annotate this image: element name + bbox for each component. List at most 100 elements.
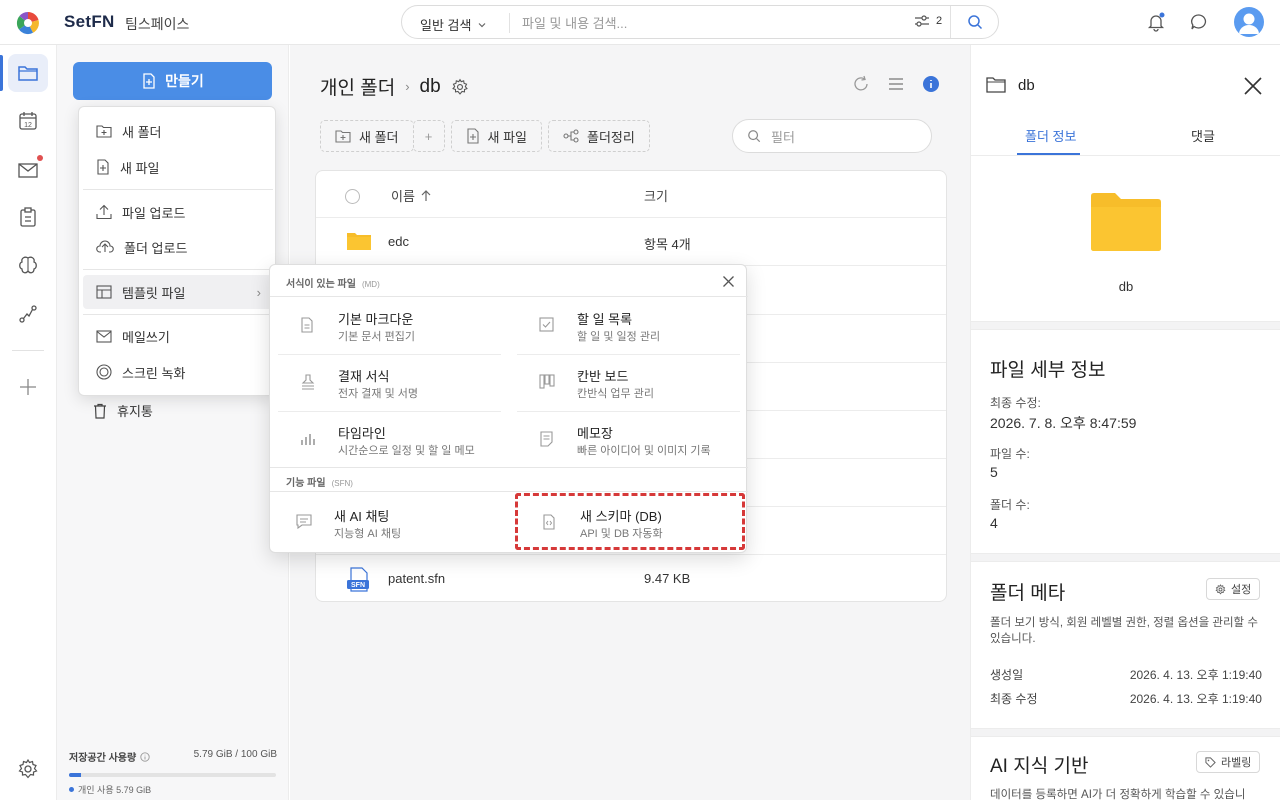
created-value: 2026. 4. 13. 오후 1:19:40 [1129,668,1262,682]
template-kanban-board[interactable]: 칸반 보드 칸반식 업무 관리 [517,356,749,410]
template-basic-markdown[interactable]: 기본 마크다운 기본 문서 편집기 [278,299,510,353]
storage-value: 5.79 GiB / 100 GiB [193,749,277,760]
menu-item-write-mail[interactable]: 메일쓰기 [83,319,273,353]
new-folder-more-button[interactable]: + [412,120,445,152]
filter-count: 2 [936,15,943,27]
search-icon [748,130,761,143]
notifications-button[interactable] [1146,12,1166,32]
calendar-icon: 12 [19,112,37,130]
large-folder-icon [1091,193,1161,251]
column-name-header[interactable]: 이름 [391,186,431,205]
create-button-label: 만들기 [165,73,204,89]
organize-icon [563,129,579,143]
create-button[interactable]: 만들기 [73,62,272,100]
breadcrumb-current[interactable]: db [420,76,441,98]
file-size: 항목 4개 [644,237,691,252]
info-icon[interactable] [140,751,150,762]
menu-item-upload-file[interactable]: 파일 업로드 [83,195,273,229]
menu-item-new-folder[interactable]: 새 폴더 [83,114,273,148]
storage-usage: 저장공간 사용량 5.79 GiB / 100 GiB 개인 사용 5.79 G… [69,749,277,796]
search-input[interactable] [522,12,892,34]
new-file-button[interactable]: 새 파일 [450,120,542,152]
user-avatar[interactable] [1234,7,1264,37]
rail-active-indicator [0,55,3,91]
rail-files[interactable] [8,54,48,92]
table-row[interactable]: edc 항목 4개 [316,218,946,266]
section1-tag: (MD) [361,280,380,289]
close-icon[interactable] [722,275,735,288]
sidebar-item-trash[interactable]: 휴지통 [93,401,153,420]
select-all-checkbox[interactable] [345,189,360,204]
filter-placeholder: 필터 [771,129,795,145]
breadcrumb-chevron-icon: › [405,79,410,94]
menu-item-label: 새 폴더 [122,124,162,140]
rail-tasks[interactable] [8,198,48,236]
rail-mail[interactable] [8,151,48,189]
rail-ai[interactable] [8,246,48,284]
template-timeline[interactable]: 타임라인 시간순으로 일정 및 할 일 메모 [278,413,510,467]
template-title: 결재 서식 [338,369,390,384]
checkbox-icon [539,317,554,332]
meta-description: 폴더 보기 방식, 회원 레벨별 권한, 정렬 옵션을 관리할 수 있습니다. [990,617,1258,645]
search-button[interactable] [950,6,998,38]
file-plus-icon [143,73,155,89]
menu-item-new-file[interactable]: 새 파일 [83,150,273,184]
template-desc: 시간순으로 일정 및 할 일 메모 [338,445,475,457]
organize-button[interactable]: 폴더정리 [548,120,650,152]
breadcrumb-parent[interactable]: 개인 폴더 [320,73,395,100]
workspace-name[interactable]: 팀스페이스 [125,14,189,34]
tag-icon [1205,756,1216,768]
storage-label-wrap: 저장공간 사용량 [69,749,150,764]
chat-bubble-icon [1191,14,1207,30]
rail-calendar[interactable]: 12 [8,102,48,140]
brand-name[interactable]: SetFN [64,12,115,32]
info-button[interactable] [922,75,942,95]
table-row[interactable]: SFN patent.sfn 9.47 KB [316,555,946,603]
list-view-button[interactable] [887,75,907,95]
new-folder-button[interactable]: 새 폴더 [320,120,414,152]
template-todo-list[interactable]: 할 일 목록 할 일 및 일정 관리 [517,299,749,353]
file-name: edc [388,234,409,249]
template-approval-form[interactable]: 결재 서식 전자 결재 및 서명 [278,356,510,410]
messages-button[interactable] [1189,12,1209,32]
plus-label: + [424,128,433,144]
column-size-header[interactable]: 크기 [644,186,668,205]
menu-item-screen-record[interactable]: 스크린 녹화 [83,355,273,389]
template-desc: 칸반식 업무 관리 [577,388,654,400]
folder-settings-gear-icon[interactable] [451,78,469,96]
column-name-label: 이름 [391,189,415,204]
details-panel: db 폴더 정보 댓글 db 파일 세부 정보 최종 수정: 2026. 7. … [970,45,1280,800]
tab-folder-info[interactable]: 폴더 정보 [1025,126,1076,145]
template-new-ai-chat[interactable]: 새 AI 채팅 지능형 AI 채팅 [274,496,506,550]
gear-icon [1215,583,1226,594]
search-filter-button[interactable]: 2 [914,14,942,28]
app-logo-icon[interactable] [16,11,40,35]
rail-settings[interactable] [8,750,48,788]
meta-settings-button[interactable]: 설정 [1206,578,1261,600]
menu-item-template-file[interactable]: 템플릿 파일 › [83,275,273,309]
labeling-button[interactable]: 라벨링 [1196,751,1261,773]
last-modified-label: 최종 수정: [990,396,1041,410]
tab-comments[interactable]: 댓글 [1191,126,1215,145]
file-name: patent.sfn [388,571,446,586]
folder-icon [18,66,38,81]
refresh-button[interactable] [852,75,872,95]
template-memo[interactable]: 메모장 빠른 아이디어 및 이미지 기록 [517,413,749,467]
section-divider [971,321,1280,330]
rail-workflow[interactable] [8,295,48,333]
template-divider [278,354,501,355]
template-desc: 지능형 AI 채팅 [334,528,402,540]
mail-icon [18,163,38,178]
rail-add[interactable] [8,368,48,406]
filter-input[interactable]: 필터 [732,119,932,153]
stamp-icon [301,374,315,390]
search-mode-select[interactable]: 일반 검색 [420,15,487,34]
close-icon[interactable] [1243,76,1263,96]
trash-icon [94,403,106,419]
folder-plus-icon [335,130,351,143]
highlight-box [515,493,745,550]
meta-created-row: 생성일 2026. 4. 13. 오후 1:19:40 [990,666,1262,683]
menu-item-upload-folder[interactable]: 폴더 업로드 [83,230,273,264]
trash-label: 휴지통 [117,404,153,419]
section-feature-files: 기능 파일 (SFN) [286,474,353,489]
